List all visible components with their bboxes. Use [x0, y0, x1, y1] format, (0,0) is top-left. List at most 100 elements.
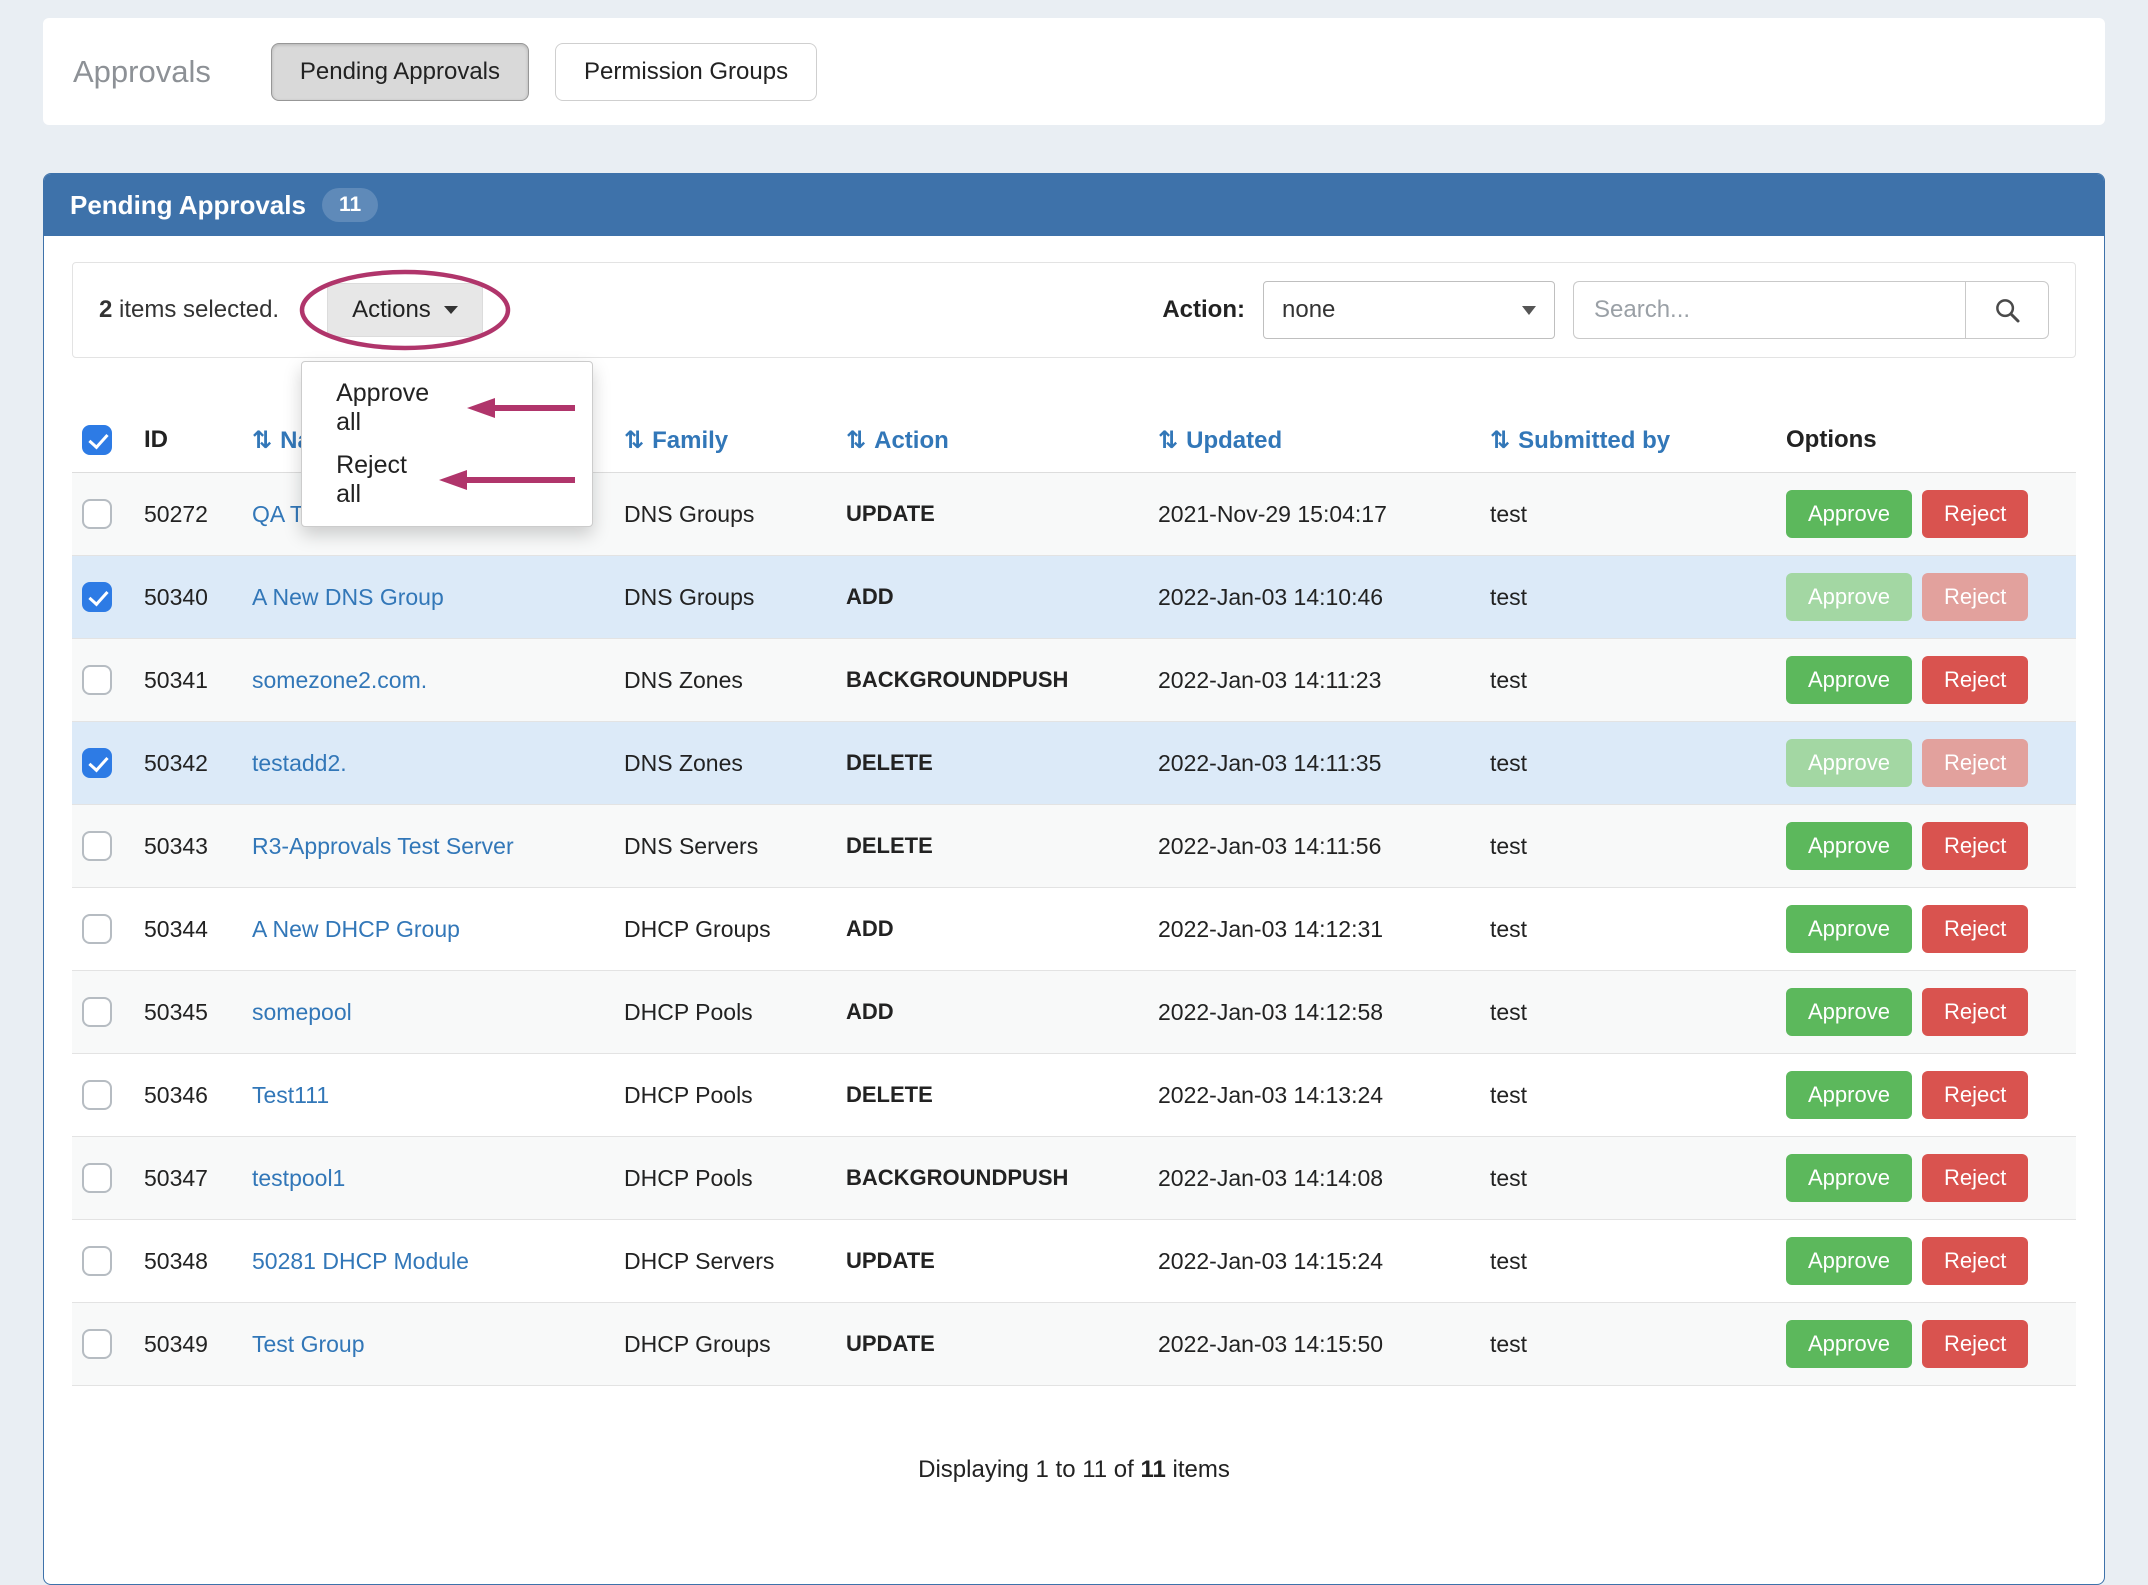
caret-down-icon [1522, 306, 1536, 315]
name-link[interactable]: 50281 DHCP Module [252, 1248, 469, 1274]
row-checkbox[interactable] [82, 831, 112, 861]
name-link[interactable]: Test Group [252, 1331, 365, 1357]
row-options: ApproveReject [1786, 1154, 2066, 1202]
cell-submitted-by: test [1480, 805, 1776, 888]
row-checkbox[interactable] [82, 1163, 112, 1193]
reject-button[interactable]: Reject [1922, 822, 2028, 870]
row-checkbox[interactable] [82, 997, 112, 1027]
column-label: Family [652, 427, 728, 454]
table-row: 50347testpool1DHCP PoolsBACKGROUNDPUSH20… [72, 1137, 2076, 1220]
row-options: ApproveReject [1786, 573, 2066, 621]
reject-button[interactable]: Reject [1922, 1154, 2028, 1202]
menu-item-label: Approve all [336, 379, 458, 437]
cell-id: 50345 [134, 971, 242, 1054]
column-header-family[interactable]: ⇅Family [614, 408, 836, 473]
cell-action: ADD [836, 971, 1148, 1054]
arrow-annotation [438, 466, 578, 494]
sort-icon: ⇅ [1158, 427, 1178, 454]
approve-button[interactable]: Approve [1786, 1071, 1912, 1119]
approve-button[interactable]: Approve [1786, 490, 1912, 538]
search-button[interactable] [1965, 281, 2049, 339]
row-options: ApproveReject [1786, 822, 2066, 870]
row-checkbox[interactable] [82, 665, 112, 695]
approve-button[interactable]: Approve [1786, 1154, 1912, 1202]
row-checkbox[interactable] [82, 1329, 112, 1359]
table-row: 5034850281 DHCP ModuleDHCP ServersUPDATE… [72, 1220, 2076, 1303]
reject-button[interactable]: Reject [1922, 1237, 2028, 1285]
reject-button[interactable]: Reject [1922, 1320, 2028, 1368]
cell-action: ADD [836, 888, 1148, 971]
cell-family: DHCP Groups [614, 888, 836, 971]
cell-family: DHCP Pools [614, 1137, 836, 1220]
name-link[interactable]: R3-Approvals Test Server [252, 833, 514, 859]
column-header-updated[interactable]: ⇅Updated [1148, 408, 1480, 473]
table-row: 50340A New DNS GroupDNS GroupsADD2022-Ja… [72, 556, 2076, 639]
name-link[interactable]: A New DHCP Group [252, 916, 460, 942]
cell-updated: 2022-Jan-03 14:12:31 [1148, 888, 1480, 971]
cell-updated: 2022-Jan-03 14:10:46 [1148, 556, 1480, 639]
name-link[interactable]: somezone2.com. [252, 667, 427, 693]
column-header-action[interactable]: ⇅Action [836, 408, 1148, 473]
panel-header: Pending Approvals 11 [44, 174, 2104, 236]
sort-icon: ⇅ [1490, 427, 1510, 454]
search-input[interactable] [1573, 281, 1965, 339]
approve-button[interactable]: Approve [1786, 573, 1912, 621]
select-all-checkbox[interactable] [82, 425, 112, 455]
name-link[interactable]: testpool1 [252, 1165, 345, 1191]
table-row: 50349Test GroupDHCP GroupsUPDATE2022-Jan… [72, 1303, 2076, 1386]
name-link[interactable]: somepool [252, 999, 352, 1025]
menu-item-label: Reject all [336, 451, 430, 509]
cell-family: DNS Groups [614, 473, 836, 556]
cell-action: UPDATE [836, 1303, 1148, 1386]
reject-button[interactable]: Reject [1922, 905, 2028, 953]
action-select[interactable]: none [1263, 281, 1555, 339]
cell-action: DELETE [836, 805, 1148, 888]
actions-dropdown-button[interactable]: Actions [327, 283, 483, 337]
reject-button[interactable]: Reject [1922, 1071, 2028, 1119]
approve-button[interactable]: Approve [1786, 988, 1912, 1036]
approve-button[interactable]: Approve [1786, 739, 1912, 787]
name-link[interactable]: Test111 [252, 1082, 329, 1108]
cell-action: DELETE [836, 722, 1148, 805]
row-checkbox[interactable] [82, 1246, 112, 1276]
reject-button[interactable]: Reject [1922, 739, 2028, 787]
approve-button[interactable]: Approve [1786, 905, 1912, 953]
menu-item-reject-all[interactable]: Reject all [302, 444, 592, 516]
approve-button[interactable]: Approve [1786, 822, 1912, 870]
approve-button[interactable]: Approve [1786, 1237, 1912, 1285]
menu-item-approve-all[interactable]: Approve all [302, 372, 592, 444]
name-link[interactable]: A New DNS Group [252, 584, 444, 610]
cell-id: 50347 [134, 1137, 242, 1220]
cell-updated: 2022-Jan-03 14:15:50 [1148, 1303, 1480, 1386]
action-select-value: none [1282, 296, 1335, 324]
row-checkbox[interactable] [82, 914, 112, 944]
row-options: ApproveReject [1786, 1071, 2066, 1119]
name-link[interactable]: testadd2. [252, 750, 347, 776]
header-tabs: Pending Approvals Permission Groups [271, 43, 817, 101]
cell-submitted-by: test [1480, 639, 1776, 722]
approve-button[interactable]: Approve [1786, 656, 1912, 704]
cell-id: 50340 [134, 556, 242, 639]
row-checkbox[interactable] [82, 748, 112, 778]
row-checkbox[interactable] [82, 499, 112, 529]
search-group [1573, 281, 2049, 339]
count-badge: 11 [322, 188, 378, 222]
actions-label: Actions [352, 296, 431, 324]
approve-button[interactable]: Approve [1786, 1320, 1912, 1368]
reject-button[interactable]: Reject [1922, 490, 2028, 538]
reject-button[interactable]: Reject [1922, 573, 2028, 621]
table-row: 50346Test111DHCP PoolsDELETE2022-Jan-03 … [72, 1054, 2076, 1137]
row-options: ApproveReject [1786, 490, 2066, 538]
sort-icon: ⇅ [846, 427, 866, 454]
tab-pending-approvals[interactable]: Pending Approvals [271, 43, 529, 101]
column-header-options: Options [1776, 408, 2076, 473]
selection-summary: 2 items selected. [99, 296, 279, 324]
row-checkbox[interactable] [82, 1080, 112, 1110]
cell-submitted-by: test [1480, 1137, 1776, 1220]
reject-button[interactable]: Reject [1922, 988, 2028, 1036]
reject-button[interactable]: Reject [1922, 656, 2028, 704]
sort-icon: ⇅ [252, 427, 272, 454]
tab-permission-groups[interactable]: Permission Groups [555, 43, 817, 101]
column-header-submitted-by[interactable]: ⇅Submitted by [1480, 408, 1776, 473]
row-checkbox[interactable] [82, 582, 112, 612]
